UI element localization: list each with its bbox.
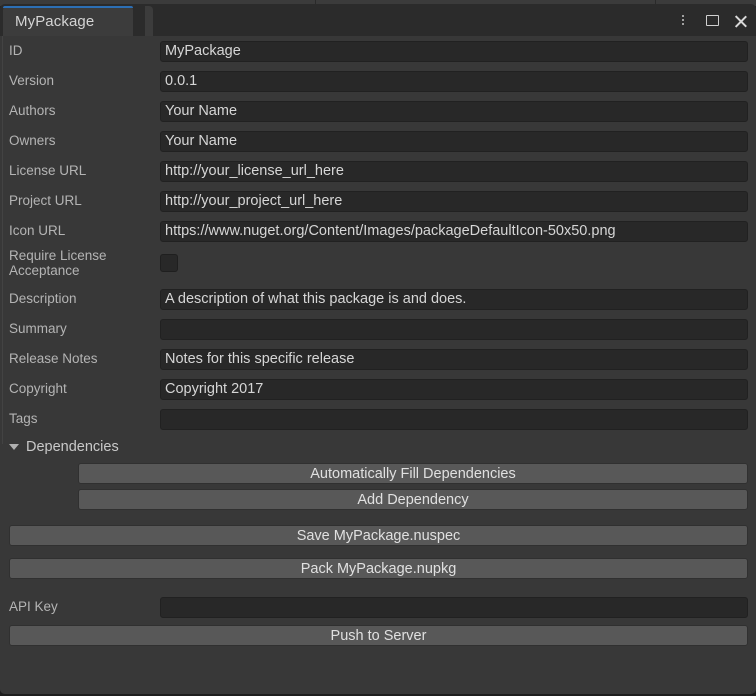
license-url-input[interactable]: http://your_license_url_here [160,160,748,182]
icon-url-input[interactable]: https://www.nuget.org/Content/Images/pac… [160,220,748,242]
release-notes-input[interactable]: Notes for this specific release [160,348,748,370]
field-label-version: Version [9,73,55,89]
save-nuspec-button[interactable]: Save MyPackage.nuspec [9,525,748,546]
project-url-value: http://your_project_url_here [165,193,343,209]
field-label-api-key: API Key [9,599,58,615]
description-value: A description of what this package is an… [165,291,467,307]
field-row-release-notes: Release Notes Notes for this specific re… [0,344,756,374]
field-row-project-url: Project URL http://your_project_url_here [0,186,756,216]
chevron-down-icon [9,444,19,450]
field-label-id: ID [9,43,23,59]
label-column-rule [2,36,3,444]
version-input[interactable]: 0.0.1 [160,70,748,92]
tab-mypackage[interactable]: MyPackage [3,6,133,36]
field-label-description: Description [9,291,77,307]
copyright-input[interactable]: Copyright 2017 [160,378,748,400]
dependencies-foldout[interactable]: Dependencies [0,434,756,460]
field-label-icon-url: Icon URL [9,223,66,239]
authors-input[interactable]: Your Name [160,100,748,122]
tab-label: MyPackage [15,12,95,30]
titlebar-tools [674,4,750,36]
owners-input[interactable]: Your Name [160,130,748,152]
pack-row: Pack MyPackage.nupkg [0,555,756,582]
description-input[interactable]: A description of what this package is an… [160,288,748,310]
save-row: Save MyPackage.nuspec [0,522,756,549]
license-url-value: http://your_license_url_here [165,163,344,179]
icon-url-value: https://www.nuget.org/Content/Images/pac… [165,223,616,239]
close-button[interactable] [732,10,750,30]
dependencies-title: Dependencies [26,439,119,455]
id-input[interactable]: MyPackage [160,40,748,62]
add-dependency-row: Add Dependency [0,487,756,512]
field-row-id: ID MyPackage [0,36,756,66]
push-row: Push to Server [0,622,756,649]
editor-desktop: MyPackage ID MyPackage Version 0.0.1 Aut… [0,0,756,696]
field-label-copyright: Copyright [9,381,67,397]
field-row-api-key: API Key [0,592,756,622]
require-license-checkbox[interactable] [160,254,178,272]
api-key-input[interactable] [160,596,748,618]
kebab-menu-button[interactable] [674,10,692,30]
summary-input[interactable] [160,318,748,340]
pack-nupkg-button[interactable]: Pack MyPackage.nupkg [9,558,748,579]
field-row-owners: Owners Your Name [0,126,756,156]
copyright-value: Copyright 2017 [165,381,264,397]
field-label-summary: Summary [9,321,67,337]
kebab-menu-icon [682,15,684,25]
field-row-require-license: Require License Acceptance [0,246,756,284]
tab-tail [145,6,153,36]
tags-input[interactable] [160,408,748,430]
release-notes-value: Notes for this specific release [165,351,355,367]
field-label-owners: Owners [9,133,56,149]
window-content: ID MyPackage Version 0.0.1 Authors Your … [0,36,756,694]
version-value: 0.0.1 [165,73,198,89]
maximize-button[interactable] [703,10,721,30]
field-label-license-url: License URL [9,163,87,179]
field-row-version: Version 0.0.1 [0,66,756,96]
window-tabbar: MyPackage [0,4,756,36]
field-label-authors: Authors [9,103,56,119]
field-row-authors: Authors Your Name [0,96,756,126]
fill-dependencies-row: Automatically Fill Dependencies [0,460,756,487]
add-dependency-button[interactable]: Add Dependency [78,489,748,510]
field-row-license-url: License URL http://your_license_url_here [0,156,756,186]
project-url-input[interactable]: http://your_project_url_here [160,190,748,212]
field-row-summary: Summary [0,314,756,344]
field-row-icon-url: Icon URL https://www.nuget.org/Content/I… [0,216,756,246]
field-label-release-notes: Release Notes [9,351,98,367]
field-row-description: Description A description of what this p… [0,284,756,314]
maximize-icon [705,14,719,26]
id-value: MyPackage [165,43,241,59]
field-label-require-license: Require License Acceptance [9,248,107,278]
owners-value: Your Name [165,133,238,149]
field-row-copyright: Copyright Copyright 2017 [0,374,756,404]
authors-value: Your Name [165,103,238,119]
push-to-server-button[interactable]: Push to Server [9,625,748,646]
automatically-fill-dependencies-button[interactable]: Automatically Fill Dependencies [78,463,748,484]
field-label-tags: Tags [9,411,38,427]
close-icon [735,14,748,27]
mypackage-editor-window: MyPackage ID MyPackage Version 0.0.1 Aut… [0,4,756,694]
field-label-project-url: Project URL [9,193,82,209]
field-row-tags: Tags [0,404,756,434]
